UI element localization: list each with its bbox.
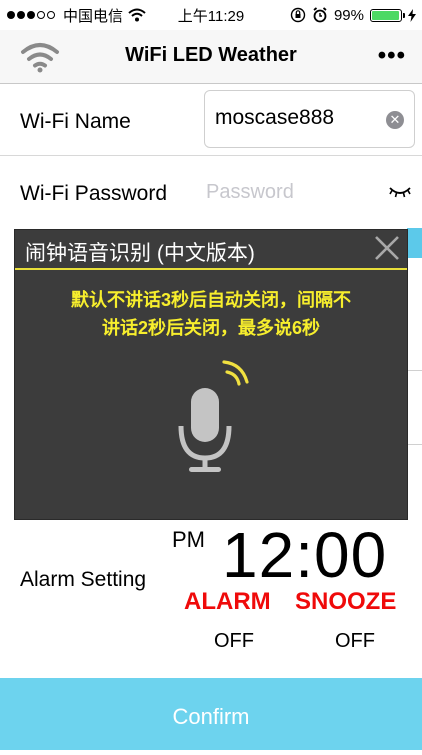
dialog-title: 闹钟语音识别 (中文版本) xyxy=(25,242,255,265)
snooze-toggle-button[interactable]: SNOOZE xyxy=(295,588,396,616)
voice-recognition-dialog: 闹钟语音识别 (中文版本) 默认不讲话3秒后自动关闭，间隔不 讲话2秒后关闭，最… xyxy=(14,229,408,520)
alarm-time[interactable]: 12:00 xyxy=(222,518,387,592)
wifi-name-row: Wi-Fi Name ✕ xyxy=(0,84,422,156)
alarm-toggle-button[interactable]: ALARM xyxy=(184,588,271,616)
divider xyxy=(407,370,422,371)
microphone-icon[interactable] xyxy=(177,360,249,476)
wifi-name-input-box: ✕ xyxy=(204,90,415,148)
alarm-state: OFF xyxy=(214,630,254,652)
battery-icon xyxy=(370,8,405,22)
navigation-bar: WiFi LED Weather ••• xyxy=(0,30,422,84)
background-strip xyxy=(407,228,422,258)
alarm-setting-row: Alarm Setting PM 12:00 ALARM SNOOZE OFF … xyxy=(0,518,422,678)
eye-closed-icon[interactable] xyxy=(388,184,412,200)
wifi-password-label: Wi-Fi Password xyxy=(20,182,168,205)
dialog-separator xyxy=(15,268,407,270)
dialog-message: 默认不讲话3秒后自动关闭，间隔不 讲话2秒后关闭，最多说6秒 xyxy=(23,286,399,342)
alarm-setting-label: Alarm Setting xyxy=(20,568,147,591)
wifi-name-label: Wi-Fi Name xyxy=(20,110,131,133)
snooze-state: OFF xyxy=(335,630,375,652)
ampm-indicator: PM xyxy=(172,527,205,552)
confirm-button[interactable]: Confirm xyxy=(0,678,422,750)
divider xyxy=(407,444,422,445)
status-bar: 中国电信 上午11:29 99% xyxy=(0,0,422,30)
status-time: 上午11:29 xyxy=(177,7,245,25)
more-button[interactable]: ••• xyxy=(378,42,406,70)
dialog-message-line: 讲话2秒后关闭，最多说6秒 xyxy=(101,318,321,338)
wifi-name-input[interactable] xyxy=(213,105,382,131)
page-title: WiFi LED Weather xyxy=(125,44,297,66)
close-icon[interactable] xyxy=(373,234,401,262)
clear-icon[interactable]: ✕ xyxy=(386,111,404,129)
dialog-message-line: 默认不讲话3秒后自动关闭，间隔不 xyxy=(70,290,351,310)
wifi-password-input[interactable] xyxy=(204,180,378,205)
wifi-password-row: Wi-Fi Password xyxy=(0,156,422,228)
